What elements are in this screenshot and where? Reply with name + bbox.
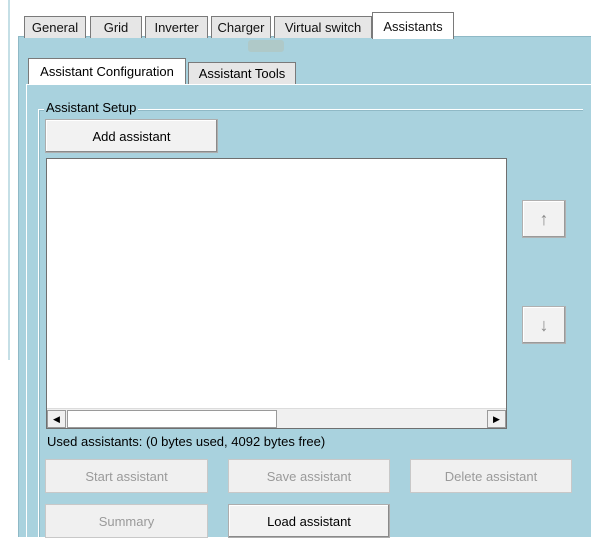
background-logo-fragment [248,40,284,52]
load-assistant-button[interactable]: Load assistant [228,504,390,538]
tab-assistant-configuration[interactable]: Assistant Configuration [28,58,186,84]
tab-assistants[interactable]: Assistants [372,12,454,39]
used-assistants-status: Used assistants: (0 bytes used, 4092 byt… [47,434,326,449]
tab-inverter[interactable]: Inverter [145,16,208,38]
delete-assistant-button[interactable]: Delete assistant [410,459,572,493]
top-margin [18,0,591,16]
tab-assistant-tools[interactable]: Assistant Tools [188,62,296,84]
assistant-list[interactable] [46,158,507,429]
summary-button[interactable]: Summary [45,504,208,538]
arrow-up-icon: ↑ [539,208,549,229]
assistant-setup-label: Assistant Setup [44,100,139,115]
save-assistant-button[interactable]: Save assistant [228,459,390,493]
move-up-button[interactable]: ↑ [522,200,566,238]
horizontal-scrollbar[interactable]: ◀ ▶ [47,408,506,428]
tab-grid[interactable]: Grid [90,16,142,38]
tab-virtual-switch[interactable]: Virtual switch [274,16,372,38]
tab-charger[interactable]: Charger [211,16,271,38]
scroll-right-icon[interactable]: ▶ [487,410,506,428]
scroll-left-icon[interactable]: ◀ [47,410,66,428]
start-assistant-button[interactable]: Start assistant [45,459,208,493]
add-assistant-button[interactable]: Add assistant [45,119,218,153]
tab-general[interactable]: General [24,16,86,38]
left-window-edge [0,0,18,537]
scroll-thumb[interactable] [67,410,277,428]
move-down-button[interactable]: ↓ [522,306,566,344]
arrow-down-icon: ↓ [539,314,549,335]
